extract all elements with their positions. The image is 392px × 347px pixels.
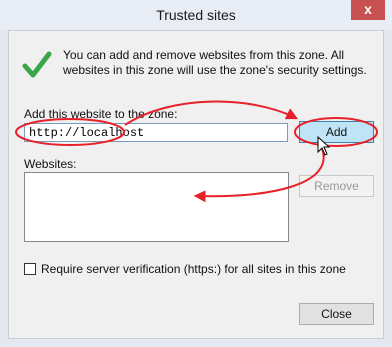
https-verification-label: Require server verification (https:) for… xyxy=(41,262,346,276)
title-bar: Trusted sites x xyxy=(0,0,392,30)
add-button[interactable]: Add xyxy=(299,121,374,143)
website-url-input[interactable]: http://localhost xyxy=(24,123,288,142)
https-verification-checkbox[interactable] xyxy=(24,263,36,275)
close-window-button[interactable]: x xyxy=(351,0,385,20)
websites-label: Websites: xyxy=(24,157,77,171)
green-check-icon xyxy=(22,51,52,78)
trusted-sites-dialog: Trusted sites x You can add and remove w… xyxy=(0,0,392,347)
close-button[interactable]: Close xyxy=(299,303,374,325)
dialog-title: Trusted sites xyxy=(156,7,236,23)
zone-info-text: You can add and remove websites from thi… xyxy=(63,48,367,77)
remove-button[interactable]: Remove xyxy=(299,175,374,197)
add-website-label: Add this website to the zone: xyxy=(24,107,178,121)
websites-list[interactable] xyxy=(24,172,289,242)
